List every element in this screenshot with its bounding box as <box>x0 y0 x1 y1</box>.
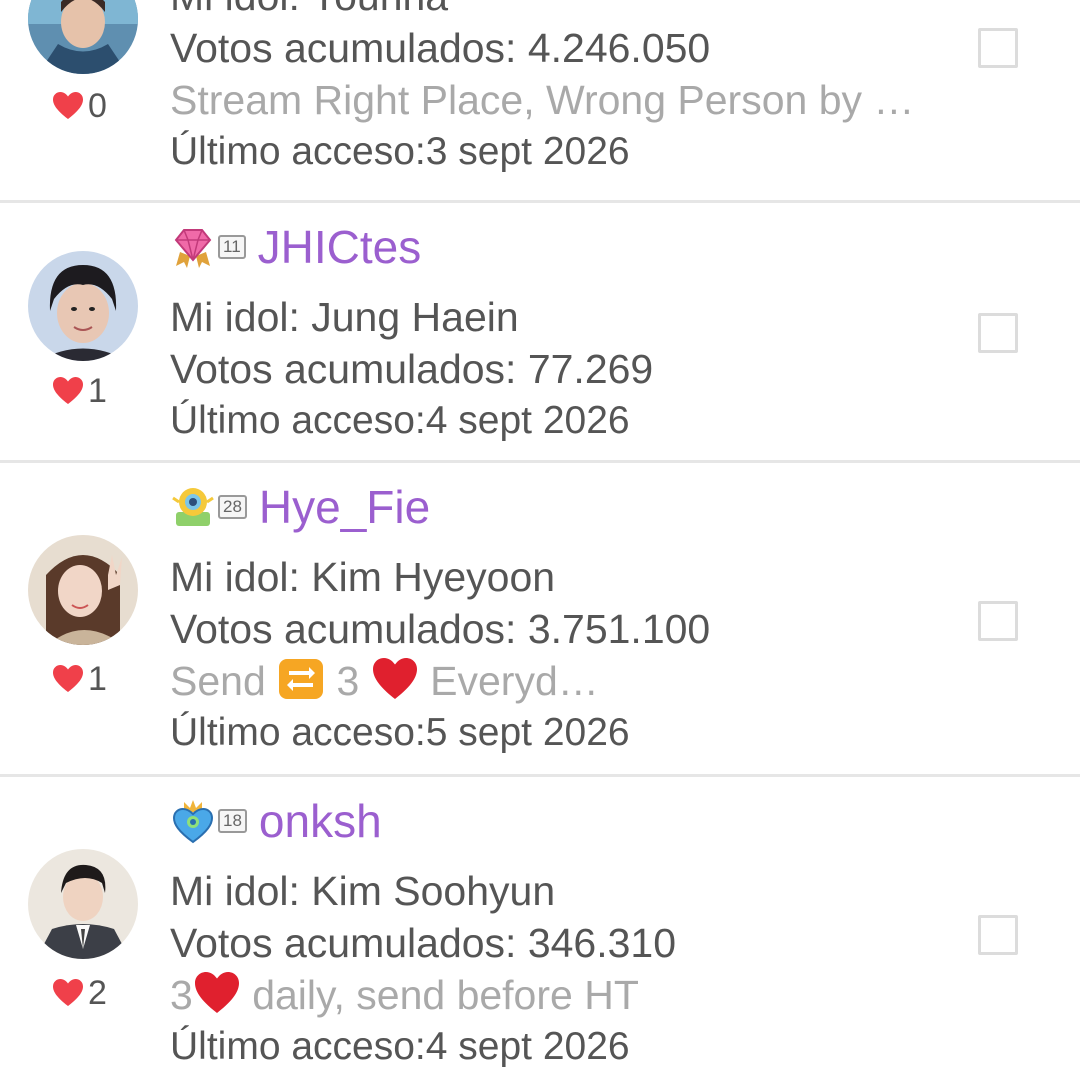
list-item[interactable]: 0 Mi idol: Younna Votos acumulados: 4.24… <box>0 0 1080 200</box>
repeat-icon <box>277 657 325 701</box>
status-prefix: 3 <box>170 972 193 1018</box>
status-text: 3 daily, send before HT <box>170 969 960 1021</box>
votes-text: Votos acumulados: 77.269 <box>170 346 654 392</box>
like-count-value: 1 <box>88 371 107 410</box>
user-info: 11 JHICtes Mi idol: Jung Haein Votos acu… <box>170 219 970 447</box>
list-item[interactable]: 2 18 onksh Mi idol: Kim Soohyun Votos ac… <box>0 777 1080 1080</box>
red-heart-icon <box>371 657 419 701</box>
last-access-text: Último acceso:3 sept 2026 <box>170 130 630 173</box>
select-checkbox[interactable] <box>978 601 1018 641</box>
status-suffix: daily, send before HT <box>240 972 639 1018</box>
votes-text: Votos acumulados: 346.310 <box>170 920 677 966</box>
status-suffix: Everyd… <box>418 658 599 704</box>
like-count[interactable]: 2 <box>52 973 107 1013</box>
user-info: 18 onksh Mi idol: Kim Soohyun Votos acum… <box>170 793 970 1073</box>
heart-icon <box>52 978 84 1008</box>
heart-icon <box>52 664 84 694</box>
avatar-blue-jacket-icon <box>28 0 138 74</box>
idol-text: Mi idol: Kim Soohyun <box>170 868 556 914</box>
select-checkbox[interactable] <box>978 313 1018 353</box>
status-text: Stream Right Place, Wrong Person by … <box>170 77 915 123</box>
like-count-value: 1 <box>88 659 107 698</box>
user-info: Mi idol: Younna Votos acumulados: 4.246.… <box>170 0 970 178</box>
avatar[interactable] <box>28 251 138 361</box>
heart-icon <box>52 91 84 121</box>
status-middle: 3 <box>325 658 371 704</box>
list-item[interactable]: 1 28 Hye_Fie Mi idol: Kim Hyeyoon Votos … <box>0 463 1080 774</box>
votes-text: Votos acumulados: 4.246.050 <box>170 25 711 71</box>
user-list: 0 Mi idol: Younna Votos acumulados: 4.24… <box>0 0 1080 1080</box>
level-badge: 18 <box>218 809 247 833</box>
level-badge: 28 <box>218 495 247 519</box>
blue-heart-badge-icon <box>170 798 216 844</box>
like-count-value: 2 <box>88 973 107 1012</box>
last-access-text: Último acceso:5 sept 2026 <box>170 711 630 754</box>
name-row: 18 onksh <box>170 793 970 849</box>
user-info: 28 Hye_Fie Mi idol: Kim Hyeyoon Votos ac… <box>170 479 970 759</box>
idol-text: Mi idol: Kim Hyeyoon <box>170 554 556 600</box>
avatar[interactable] <box>28 849 138 959</box>
name-row: 28 Hye_Fie <box>170 479 970 535</box>
select-checkbox[interactable] <box>978 915 1018 955</box>
avatar-dark-hair-icon <box>28 251 138 361</box>
level-badge: 11 <box>218 235 246 259</box>
avatar-peace-sign-icon <box>28 535 138 645</box>
avatar[interactable] <box>28 535 138 645</box>
idol-text: Mi idol: Younna <box>170 0 970 22</box>
avatar[interactable] <box>28 0 138 74</box>
red-heart-icon <box>193 971 241 1015</box>
like-count-value: 0 <box>88 86 107 125</box>
last-access-text: Último acceso:4 sept 2026 <box>170 1025 630 1068</box>
username[interactable]: Hye_Fie <box>259 479 430 535</box>
sunflower-badge-icon <box>170 484 216 530</box>
pink-diamond-badge-icon <box>170 224 216 270</box>
username[interactable]: onksh <box>259 793 382 849</box>
like-count[interactable]: 1 <box>52 371 107 411</box>
like-count[interactable]: 0 <box>52 86 107 126</box>
username[interactable]: JHICtes <box>258 219 422 275</box>
votes-text: Votos acumulados: 3.751.100 <box>170 606 711 652</box>
list-item[interactable]: 1 11 JHICtes Mi idol: Jung Haein Votos a… <box>0 203 1080 461</box>
avatar-suit-icon <box>28 849 138 959</box>
status-text: Send 3 Everyd… <box>170 655 960 707</box>
heart-icon <box>52 376 84 406</box>
idol-text: Mi idol: Jung Haein <box>170 294 519 340</box>
name-row: 11 JHICtes <box>170 219 970 275</box>
status-prefix: Send <box>170 658 278 704</box>
select-checkbox[interactable] <box>978 28 1018 68</box>
like-count[interactable]: 1 <box>52 659 107 699</box>
last-access-text: Último acceso:4 sept 2026 <box>170 399 630 442</box>
